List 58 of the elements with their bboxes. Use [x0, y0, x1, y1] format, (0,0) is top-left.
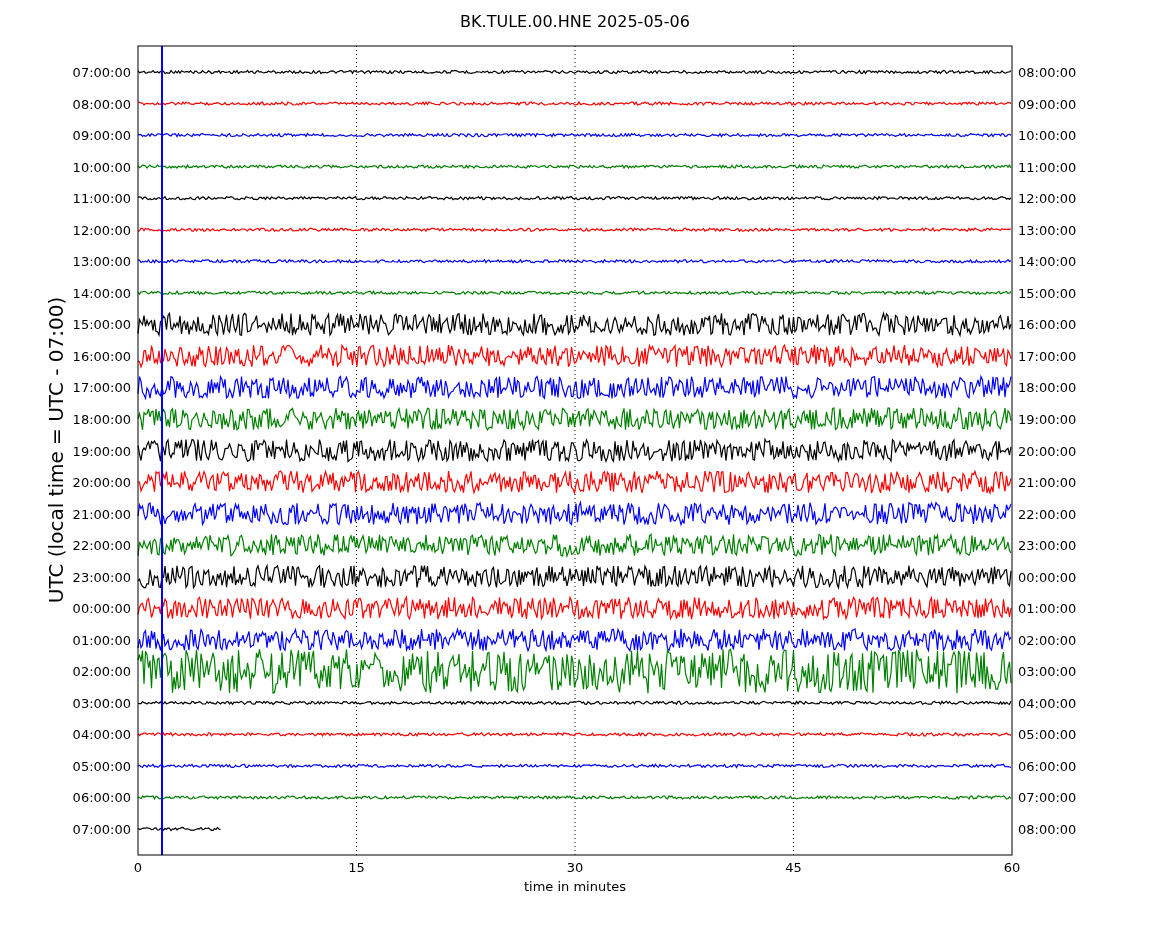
y-tick-label: 12:00:00	[1018, 191, 1077, 207]
y-tick-label: 03:00:00	[72, 695, 131, 711]
y-tick-label: 22:00:00	[72, 538, 131, 554]
x-axis-label: time in minutes	[523, 879, 627, 894]
y-tick-label: 06:00:00	[72, 790, 131, 806]
y-tick-label: 13:00:00	[72, 254, 131, 270]
y-tick-label: 05:00:00	[1018, 727, 1077, 743]
y-tick-label: 09:00:00	[1018, 96, 1077, 112]
y-tick-label: 18:00:00	[72, 411, 131, 427]
y-tick-label: 10:00:00	[72, 159, 131, 175]
y-tick-label: 11:00:00	[1018, 159, 1077, 175]
y-tick-label: 07:00:00	[72, 65, 131, 80]
x-tick-label: 60	[1003, 860, 1021, 875]
x-tick-label: 45	[785, 860, 802, 875]
y-tick-label: 20:00:00	[1018, 443, 1077, 459]
y-axis-label: UTC (local time = UTC - 07:00)	[44, 296, 68, 604]
y-tick-label: 16:00:00	[1018, 317, 1077, 333]
y-tick-label: 07:00:00	[72, 822, 131, 837]
y-tick-label: 19:00:00	[1018, 411, 1077, 427]
y-tick-label: 04:00:00	[72, 727, 131, 743]
y-tick-label: 19:00:00	[72, 443, 131, 459]
y-tick-label: 07:00:00	[1018, 790, 1077, 806]
y-tick-label: 23:00:00	[1018, 538, 1077, 554]
y-tick-label: 08:00:00	[72, 96, 131, 112]
y-tick-label: 12:00:00	[72, 222, 131, 238]
y-tick-label: 09:00:00	[72, 128, 131, 144]
y-tick-label: 20:00:00	[72, 475, 131, 491]
y-tick-label: 11:00:00	[72, 191, 131, 207]
y-tick-label: 23:00:00	[72, 569, 131, 585]
y-tick-label: 14:00:00	[1018, 254, 1077, 270]
x-tick-label: 0	[133, 860, 143, 875]
y-tick-label: 02:00:00	[1018, 632, 1077, 648]
y-tick-label: 02:00:00	[72, 664, 131, 680]
y-tick-label: 03:00:00	[1018, 664, 1077, 680]
y-tick-label: 01:00:00	[1018, 601, 1077, 617]
x-tick-label: 15	[348, 860, 365, 875]
y-tick-label: 17:00:00	[1018, 348, 1077, 364]
y-tick-label: 10:00:00	[1018, 128, 1077, 144]
y-tick-label: 18:00:00	[1018, 380, 1077, 396]
plot-title: BK.TULE.00.HNE 2025-05-06	[460, 12, 690, 31]
y-tick-label: 14:00:00	[72, 285, 131, 301]
y-tick-label: 00:00:00	[72, 601, 131, 617]
y-tick-label: 04:00:00	[1018, 695, 1077, 711]
y-tick-label: 13:00:00	[1018, 222, 1077, 238]
x-tick-label: 30	[566, 860, 584, 875]
y-tick-label: 17:00:00	[72, 380, 131, 396]
y-tick-label: 05:00:00	[72, 758, 131, 774]
y-tick-label: 22:00:00	[1018, 506, 1077, 522]
y-tick-label: 21:00:00	[72, 506, 131, 522]
y-tick-label: 16:00:00	[72, 348, 131, 364]
y-tick-label: 01:00:00	[72, 632, 131, 648]
y-tick-label: 08:00:00	[1018, 822, 1077, 837]
y-tick-label: 15:00:00	[1018, 285, 1077, 301]
y-tick-label: 06:00:00	[1018, 758, 1077, 774]
y-tick-label: 08:00:00	[1018, 65, 1077, 80]
y-tick-label: 15:00:00	[72, 317, 131, 333]
y-tick-label: 21:00:00	[1018, 475, 1077, 491]
y-tick-label: 00:00:00	[1018, 569, 1077, 585]
